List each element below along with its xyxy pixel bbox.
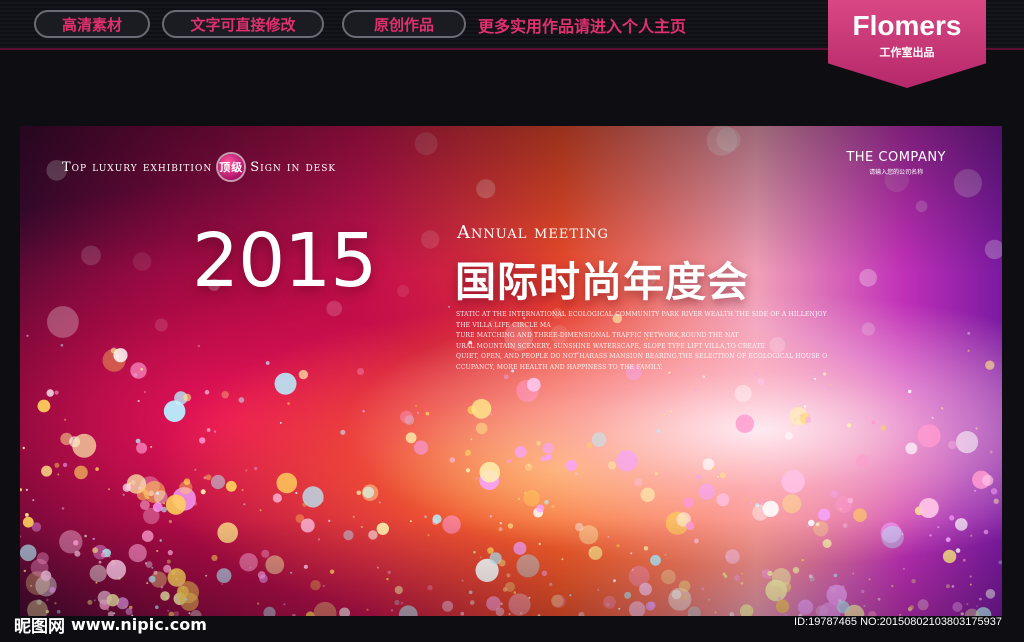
brand-name: Flomers — [852, 10, 962, 41]
tagline-part-1: Top luxury exhibition — [62, 159, 213, 175]
body-line: QUIET, OPEN, AND PEOPLE DO NOT HARASS MA… — [456, 353, 828, 360]
nipic-watermark: 昵图网 www.nipic.com — [14, 612, 207, 637]
watermark-site: www.nipic.com — [71, 615, 207, 634]
tagline-left: Top luxury exhibition 顶级 Sign in desk — [62, 154, 336, 180]
brand-badge[interactable]: Flomers 工作室出品 — [828, 0, 986, 88]
tagline-part-2: Sign in desk — [250, 159, 337, 175]
body-line: TURE MATCHING AND THREE-DIMENSIONAL TRAF… — [456, 332, 739, 339]
original-work-pill[interactable]: 原创作品 — [342, 10, 466, 38]
editable-text-pill[interactable]: 文字可直接修改 — [162, 10, 324, 38]
year-title: 2015 — [192, 218, 377, 304]
hd-material-pill[interactable]: 高清素材 — [34, 10, 150, 38]
chinese-title: 国际时尚年度会 — [455, 258, 749, 306]
body-line: THE VILLA LIFE CIRCLE MA — [456, 321, 551, 329]
annual-meeting-banner: Top luxury exhibition 顶级 Sign in desk TH… — [20, 126, 1002, 616]
body-line: URAL MOUNTAIN SCENERY, SUNSHINE WATERSCA… — [456, 342, 766, 350]
body-paragraph: STATIC AT THE INTERNATIONAL ECOLOGICAL C… — [456, 310, 828, 373]
top-level-badge: 顶级 — [218, 154, 245, 180]
company-subtitle: 请输入您的公司名称 — [869, 169, 924, 176]
personal-homepage-link[interactable]: 更多实用作品请进入个人主页 — [478, 13, 686, 37]
body-line: STATIC AT THE INTERNATIONAL ECOLOGICAL C… — [456, 311, 827, 318]
company-block: THE COMPANY 请输入您的公司名称 — [846, 150, 946, 176]
image-id-text: ID:19787465 NO:20150802103803175937 — [794, 616, 1002, 628]
annual-meeting-title: Annual meeting — [457, 222, 609, 243]
company-name: THE COMPANY — [846, 150, 946, 165]
brand-subtitle: 工作室出品 — [879, 46, 935, 59]
watermark-logo-text: 昵图网 — [14, 617, 65, 637]
body-line: CCUPANCY, MORE HEALTH AND HAPPINESS TO T… — [456, 363, 663, 371]
